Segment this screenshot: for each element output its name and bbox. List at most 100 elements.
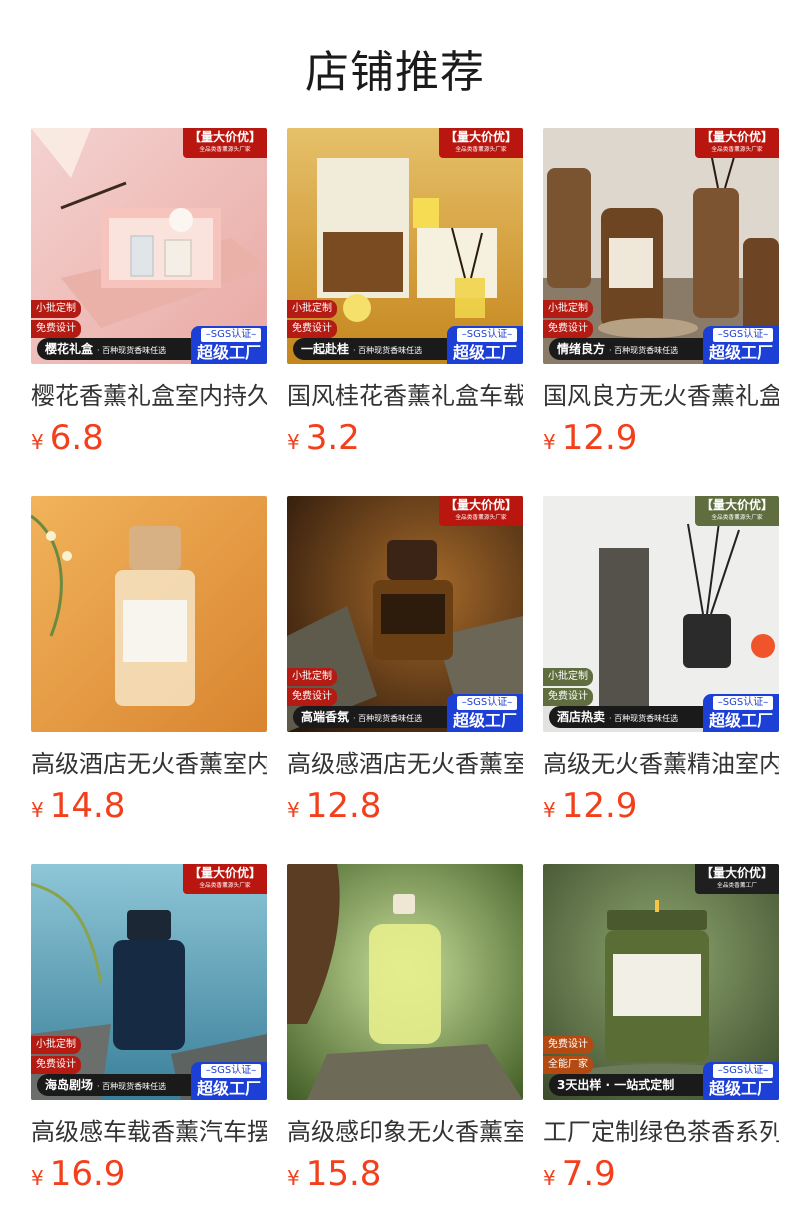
promo-title: 【量大价优】: [700, 866, 773, 880]
promo-title: 【量大价优】: [700, 498, 773, 512]
product-price: ¥7.9: [543, 1154, 616, 1194]
price-value: 16.9: [49, 1154, 126, 1194]
product-card[interactable]: 【量大价优】 全品类香薰源头厂家 小批定制 免费设计 一起赴桂 · 百种现货香味任选…: [287, 128, 523, 458]
product-card[interactable]: 高级酒店无火香薰室内 ¥14.8: [31, 496, 267, 826]
product-name[interactable]: 国风桂花香薰礼盒车载: [287, 376, 523, 410]
factory-label: 超级工厂: [708, 1079, 773, 1098]
slogan-suffix: · 百种现货香味任选: [97, 346, 167, 355]
sgs-label: –SGS认证–: [713, 328, 773, 342]
promo-title: 【量大价优】: [700, 130, 773, 144]
promo-subtitle: 全品类香薰源头厂家: [199, 882, 251, 889]
product-price: ¥12.9: [543, 786, 637, 826]
promo-subtitle: 全品类香薰源头厂家: [711, 146, 763, 153]
tag-design: 免费设计: [287, 320, 337, 338]
price-value: 12.9: [561, 786, 638, 826]
currency-symbol: ¥: [31, 430, 44, 454]
product-image[interactable]: [31, 496, 267, 732]
tag-design: 免费设计: [543, 688, 593, 706]
factory-badge: –SGS认证– 超级工厂: [447, 326, 523, 364]
product-price: ¥6.8: [31, 418, 104, 458]
product-card[interactable]: 【量大价优】 全品类香薰源头厂家 小批定制 免费设计 高端香氛 · 百种现货香味任选…: [287, 496, 523, 826]
tag-batch: 小批定制: [287, 668, 337, 686]
slogan-pill: 情绪良方 · 百种现货香味任选: [549, 338, 715, 360]
factory-badge: –SGS认证– 超级工厂: [191, 1062, 267, 1100]
product-card[interactable]: 【量大价优】全品类香薰源头厂家 小批定制 免费设计 海岛剧场 · 百种现货香味任选…: [31, 864, 267, 1194]
sgs-label: –SGS认证–: [457, 696, 517, 710]
product-card[interactable]: 高级感印象无火香薰室内 ¥15.8: [287, 864, 523, 1194]
promo-subtitle: 全品类香薰源头厂家: [199, 146, 251, 153]
product-card[interactable]: 【量大价优】 全品类香薰源头厂家 小批定制 免费设计 酒店热卖 · 百种现货香味任选…: [543, 496, 779, 826]
product-name[interactable]: 国风良方无火香薰礼盒: [543, 376, 779, 410]
currency-symbol: ¥: [31, 798, 44, 822]
slogan-suffix: · 百种现货香味任选: [609, 346, 679, 355]
slogan-pill: 3天出样 · 一站式定制: [549, 1074, 715, 1096]
product-name[interactable]: 高级感车载香薰汽车摆件: [31, 1112, 267, 1146]
product-image[interactable]: 【量大价优】全品类香薰源头厂家 小批定制 免费设计 情绪良方 · 百种现货香味任选…: [543, 128, 779, 364]
product-name[interactable]: 樱花香薰礼盒室内持久留香: [31, 376, 267, 410]
product-price: ¥3.2: [287, 418, 360, 458]
factory-badge: –SGS认证– 超级工厂: [703, 694, 779, 732]
product-price: ¥16.9: [31, 1154, 125, 1194]
product-name[interactable]: 高级感酒店无火香薰室内: [287, 744, 523, 778]
promo-title: 【量大价优】: [444, 498, 517, 512]
sgs-label: –SGS认证–: [713, 696, 773, 710]
currency-symbol: ¥: [287, 430, 300, 454]
factory-badge: –SGS认证– 超级工厂: [191, 326, 267, 364]
tag-batch: 小批定制: [543, 668, 593, 686]
product-image[interactable]: 【量大价优】全品类香薰源头厂家 小批定制 免费设计 海岛剧场 · 百种现货香味任选…: [31, 864, 267, 1100]
slogan-pill: 樱花礼盒 · 百种现货香味任选: [37, 338, 203, 360]
tag-design: 免费设计: [543, 320, 593, 338]
factory-label: 超级工厂: [452, 343, 517, 362]
product-image[interactable]: [287, 864, 523, 1100]
promo-title: 【量大价优】: [188, 130, 261, 144]
promo-badge: 【量大价优】全品类香薰源头厂家: [183, 128, 267, 158]
slogan-suffix: · 百种现货香味任选: [353, 714, 423, 723]
currency-symbol: ¥: [287, 798, 300, 822]
slogan-text: 3天出样 · 一站式定制: [557, 1078, 675, 1092]
promo-badge: 【量大价优】 全品类香薰源头厂家: [439, 128, 523, 158]
sgs-label: –SGS认证–: [457, 328, 517, 342]
product-card[interactable]: 【量大价优】 全品类香薰工厂 免费设计 全能厂家 3天出样 · 一站式定制 –SG…: [543, 864, 779, 1194]
tag-design: 免费设计: [287, 688, 337, 706]
product-image[interactable]: 【量大价优】 全品类香薰源头厂家 小批定制 免费设计 酒店热卖 · 百种现货香味任选…: [543, 496, 779, 732]
price-value: 6.8: [49, 418, 104, 458]
factory-badge: –SGS认证– 超级工厂: [703, 326, 779, 364]
tag-design: 免费设计: [543, 1036, 593, 1054]
product-name[interactable]: 高级无火香薰精油室内: [543, 744, 779, 778]
product-name[interactable]: 高级酒店无火香薰室内: [31, 744, 267, 778]
promo-badge: 【量大价优】全品类香薰源头厂家: [183, 864, 267, 894]
promo-title: 【量大价优】: [188, 866, 261, 880]
product-image[interactable]: 【量大价优】 全品类香薰源头厂家 小批定制 免费设计 樱花礼盒 · 百种现货香味任选…: [31, 128, 267, 364]
slogan-text: 酒店热卖: [557, 710, 606, 724]
product-name[interactable]: 工厂定制绿色茶香系列: [543, 1112, 779, 1146]
tag-allround: 全能厂家: [543, 1056, 593, 1074]
product-card[interactable]: 【量大价优】全品类香薰源头厂家 小批定制 免费设计 情绪良方 · 百种现货香味任选…: [543, 128, 779, 458]
price-value: 12.8: [305, 786, 382, 826]
promo-badge: 【量大价优】全品类香薰源头厂家: [439, 496, 523, 526]
currency-symbol: ¥: [543, 430, 556, 454]
tag-design: 免费设计: [31, 1056, 81, 1074]
product-card[interactable]: 【量大价优】 全品类香薰源头厂家 小批定制 免费设计 樱花礼盒 · 百种现货香味任选…: [31, 128, 267, 458]
factory-badge: –SGS认证– 超级工厂: [703, 1062, 779, 1100]
slogan-text: 樱花礼盒: [45, 342, 94, 356]
product-price: ¥14.8: [31, 786, 125, 826]
currency-symbol: ¥: [543, 798, 556, 822]
slogan-pill: 一起赴桂 · 百种现货香味任选: [293, 338, 459, 360]
product-image[interactable]: 【量大价优】 全品类香薰源头厂家 小批定制 免费设计 高端香氛 · 百种现货香味任选…: [287, 496, 523, 732]
product-name[interactable]: 高级感印象无火香薰室内: [287, 1112, 523, 1146]
product-price: ¥12.8: [287, 786, 381, 826]
slogan-pill: 海岛剧场 · 百种现货香味任选: [37, 1074, 203, 1096]
tag-batch: 小批定制: [31, 1036, 81, 1054]
slogan-text: 情绪良方: [557, 342, 606, 356]
product-image[interactable]: 【量大价优】 全品类香薰源头厂家 小批定制 免费设计 一起赴桂 · 百种现货香味任选…: [287, 128, 523, 364]
slogan-text: 海岛剧场: [45, 1078, 94, 1092]
currency-symbol: ¥: [287, 1166, 300, 1190]
price-value: 12.9: [561, 418, 638, 458]
sgs-label: –SGS认证–: [201, 1064, 261, 1078]
factory-label: 超级工厂: [196, 343, 261, 362]
factory-badge: –SGS认证– 超级工厂: [447, 694, 523, 732]
tag-batch: 小批定制: [543, 300, 593, 318]
promo-subtitle: 全品类香薰源头厂家: [455, 514, 507, 521]
promo-subtitle: 全品类香薰源头厂家: [711, 514, 763, 521]
product-image[interactable]: 【量大价优】 全品类香薰工厂 免费设计 全能厂家 3天出样 · 一站式定制 –SG…: [543, 864, 779, 1100]
